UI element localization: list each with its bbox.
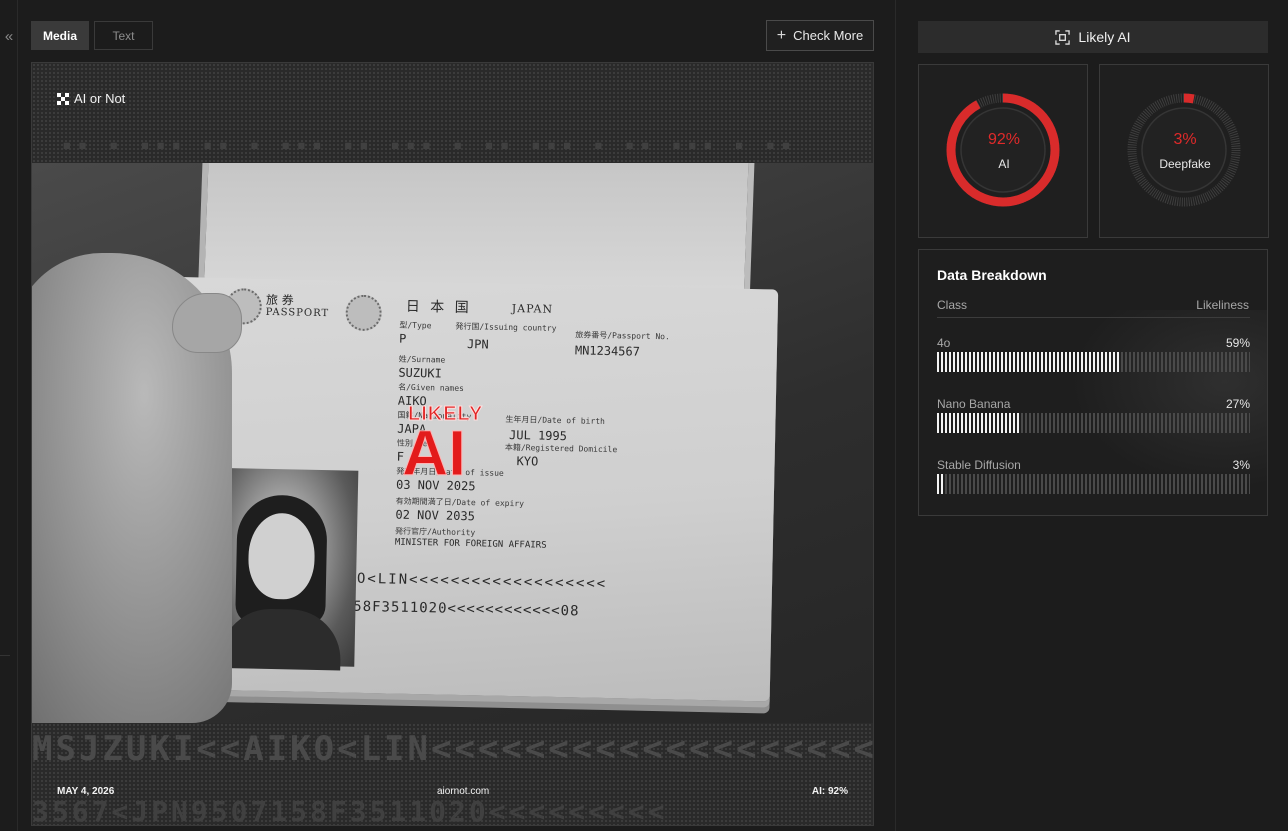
check-more-button[interactable]: + Check More bbox=[766, 20, 874, 51]
passport-type-label: 旅 券 bbox=[265, 292, 294, 308]
verdict-label: Likely AI bbox=[1078, 29, 1131, 45]
deepfake-score-card: 3% Deepfake bbox=[1099, 64, 1269, 238]
ai-gauge bbox=[946, 93, 1060, 207]
breakdown-row: Nano Banana 27% bbox=[937, 397, 1250, 447]
main-panel: Media Text + Check More ▪▪ ▪ ▪▪▪ ▪▪ ▪ ▪▪… bbox=[18, 0, 896, 831]
verdict-banner: Likely AI bbox=[918, 21, 1268, 53]
deepfake-gauge bbox=[1127, 93, 1241, 207]
stamp-ai-text: AI bbox=[402, 417, 467, 489]
image-preview: ▪▪ ▪ ▪▪▪ ▪▪ ▪ ▪▪▪ ▪▪ ▪▪▪ ▪ ▪▪ ▪▪▪ ▪ ▪▪ ▪… bbox=[31, 62, 874, 826]
likeliness-bar bbox=[937, 474, 1250, 494]
ai-score-card: 92% AI bbox=[918, 64, 1088, 238]
passport-country-jp: 日 本 国 bbox=[405, 298, 472, 317]
ai-score-name: AI bbox=[998, 157, 1010, 171]
deepfake-score-name: Deepfake bbox=[1159, 157, 1211, 171]
halftone-mrz-mid: MSJZUKI<<AIKO<LIN<<<<<<<<<<<<<<<<<<<< bbox=[32, 729, 874, 769]
preview-site: aiornot.com bbox=[437, 786, 490, 797]
type-small-label: 型/Type bbox=[399, 320, 432, 331]
preview-date: MAY 4, 2026 bbox=[57, 786, 115, 797]
gauge-inner bbox=[1141, 107, 1227, 193]
given-small-label: 名/Given names bbox=[398, 382, 464, 393]
ai-score-value: 92% bbox=[987, 131, 1021, 148]
likeliness-bar-fill bbox=[937, 474, 945, 494]
plus-icon: + bbox=[776, 26, 787, 44]
breakdown-row: Stable Diffusion 3% bbox=[937, 458, 1250, 508]
passport-no-value: MN1234567 bbox=[574, 343, 641, 359]
tab-text[interactable]: Text bbox=[94, 21, 153, 50]
left-rail: « bbox=[0, 0, 18, 831]
passport-chrysanthemum-seal-2 bbox=[345, 294, 383, 332]
class-percent: 27% bbox=[1225, 397, 1250, 411]
scan-icon bbox=[1055, 29, 1071, 45]
passport-no-small-label: 旅券番号/Passport No. bbox=[575, 330, 670, 342]
likeliness-bar bbox=[937, 352, 1250, 372]
column-likeliness: Likeliness bbox=[1196, 298, 1249, 312]
passport-label: PASSPORT bbox=[265, 306, 330, 320]
brand-logo: AI or Not bbox=[57, 91, 125, 106]
authority-small-label: 発行官庁/Authority bbox=[395, 526, 476, 538]
thumbnail-nail bbox=[172, 293, 242, 353]
likeliness-bar-fill bbox=[937, 352, 1121, 372]
class-percent: 3% bbox=[1232, 458, 1250, 472]
breakdown-row: 4o 59% bbox=[937, 336, 1250, 386]
brand-icon bbox=[57, 92, 69, 105]
likely-ai-stamp: LIKELY AI bbox=[378, 403, 528, 489]
halftone-mrz-top: ▪▪ ▪ ▪▪▪ ▪▪ ▪ ▪▪▪ ▪▪ ▪▪▪ ▪ ▪▪ ▪▪▪ ▪ ▪▪ ▪… bbox=[62, 135, 797, 154]
check-more-label: Check More bbox=[793, 28, 864, 43]
breakdown-title: Data Breakdown bbox=[937, 267, 1047, 283]
brand-name: AI or Not bbox=[74, 91, 126, 106]
likeliness-bar-fill bbox=[937, 413, 1021, 433]
tab-media[interactable]: Media bbox=[31, 21, 89, 50]
surname-small-label: 姓/Surname bbox=[398, 354, 446, 365]
class-name: Nano Banana bbox=[937, 397, 1011, 411]
portrait-face bbox=[247, 512, 316, 600]
deepfake-score-value: 3% bbox=[1173, 131, 1197, 148]
issuing-small-label: 発行国/Issuing country bbox=[455, 321, 557, 333]
app-root: « Media Text + Check More ▪▪ ▪ ▪▪▪ ▪▪ ▪ … bbox=[0, 0, 1288, 831]
surname-value: SUZUKI bbox=[398, 365, 442, 381]
country-code-value: JPN bbox=[466, 337, 489, 352]
collapse-sidebar-icon[interactable]: « bbox=[0, 24, 18, 48]
class-name: Stable Diffusion bbox=[937, 458, 1021, 472]
passport-country-en: JAPAN bbox=[511, 301, 554, 316]
preview-score: AI: 92% bbox=[811, 786, 848, 797]
uploaded-photo: 旅 券 PASSPORT 日 本 国 JAPAN 型/Type 発行国/Issu… bbox=[32, 163, 873, 723]
rail-divider bbox=[0, 655, 10, 656]
data-breakdown-card: Data Breakdown Class Likeliness 4o 59% N… bbox=[918, 249, 1268, 516]
class-percent: 59% bbox=[1225, 336, 1250, 350]
class-name: 4o bbox=[937, 336, 951, 350]
likeliness-bar bbox=[937, 413, 1250, 433]
column-class: Class bbox=[937, 298, 968, 312]
type-value: P bbox=[398, 331, 407, 346]
gauge-inner bbox=[960, 107, 1046, 193]
passport-data-page: 旅 券 PASSPORT 日 本 国 JAPAN 型/Type 発行国/Issu… bbox=[147, 276, 779, 702]
authority-value: MINISTER FOR FOREIGN AFFAIRS bbox=[394, 537, 547, 551]
halftone-mrz-bottom: 3567<JPN9507158F3511020<<<<<<<<< bbox=[32, 795, 668, 826]
portrait-body bbox=[220, 607, 342, 671]
expiry-value: 02 NOV 2035 bbox=[395, 507, 476, 524]
results-panel: Likely AI 92% AI 3% Deepfake Data Breakd… bbox=[896, 0, 1288, 831]
breakdown-divider bbox=[937, 317, 1250, 318]
